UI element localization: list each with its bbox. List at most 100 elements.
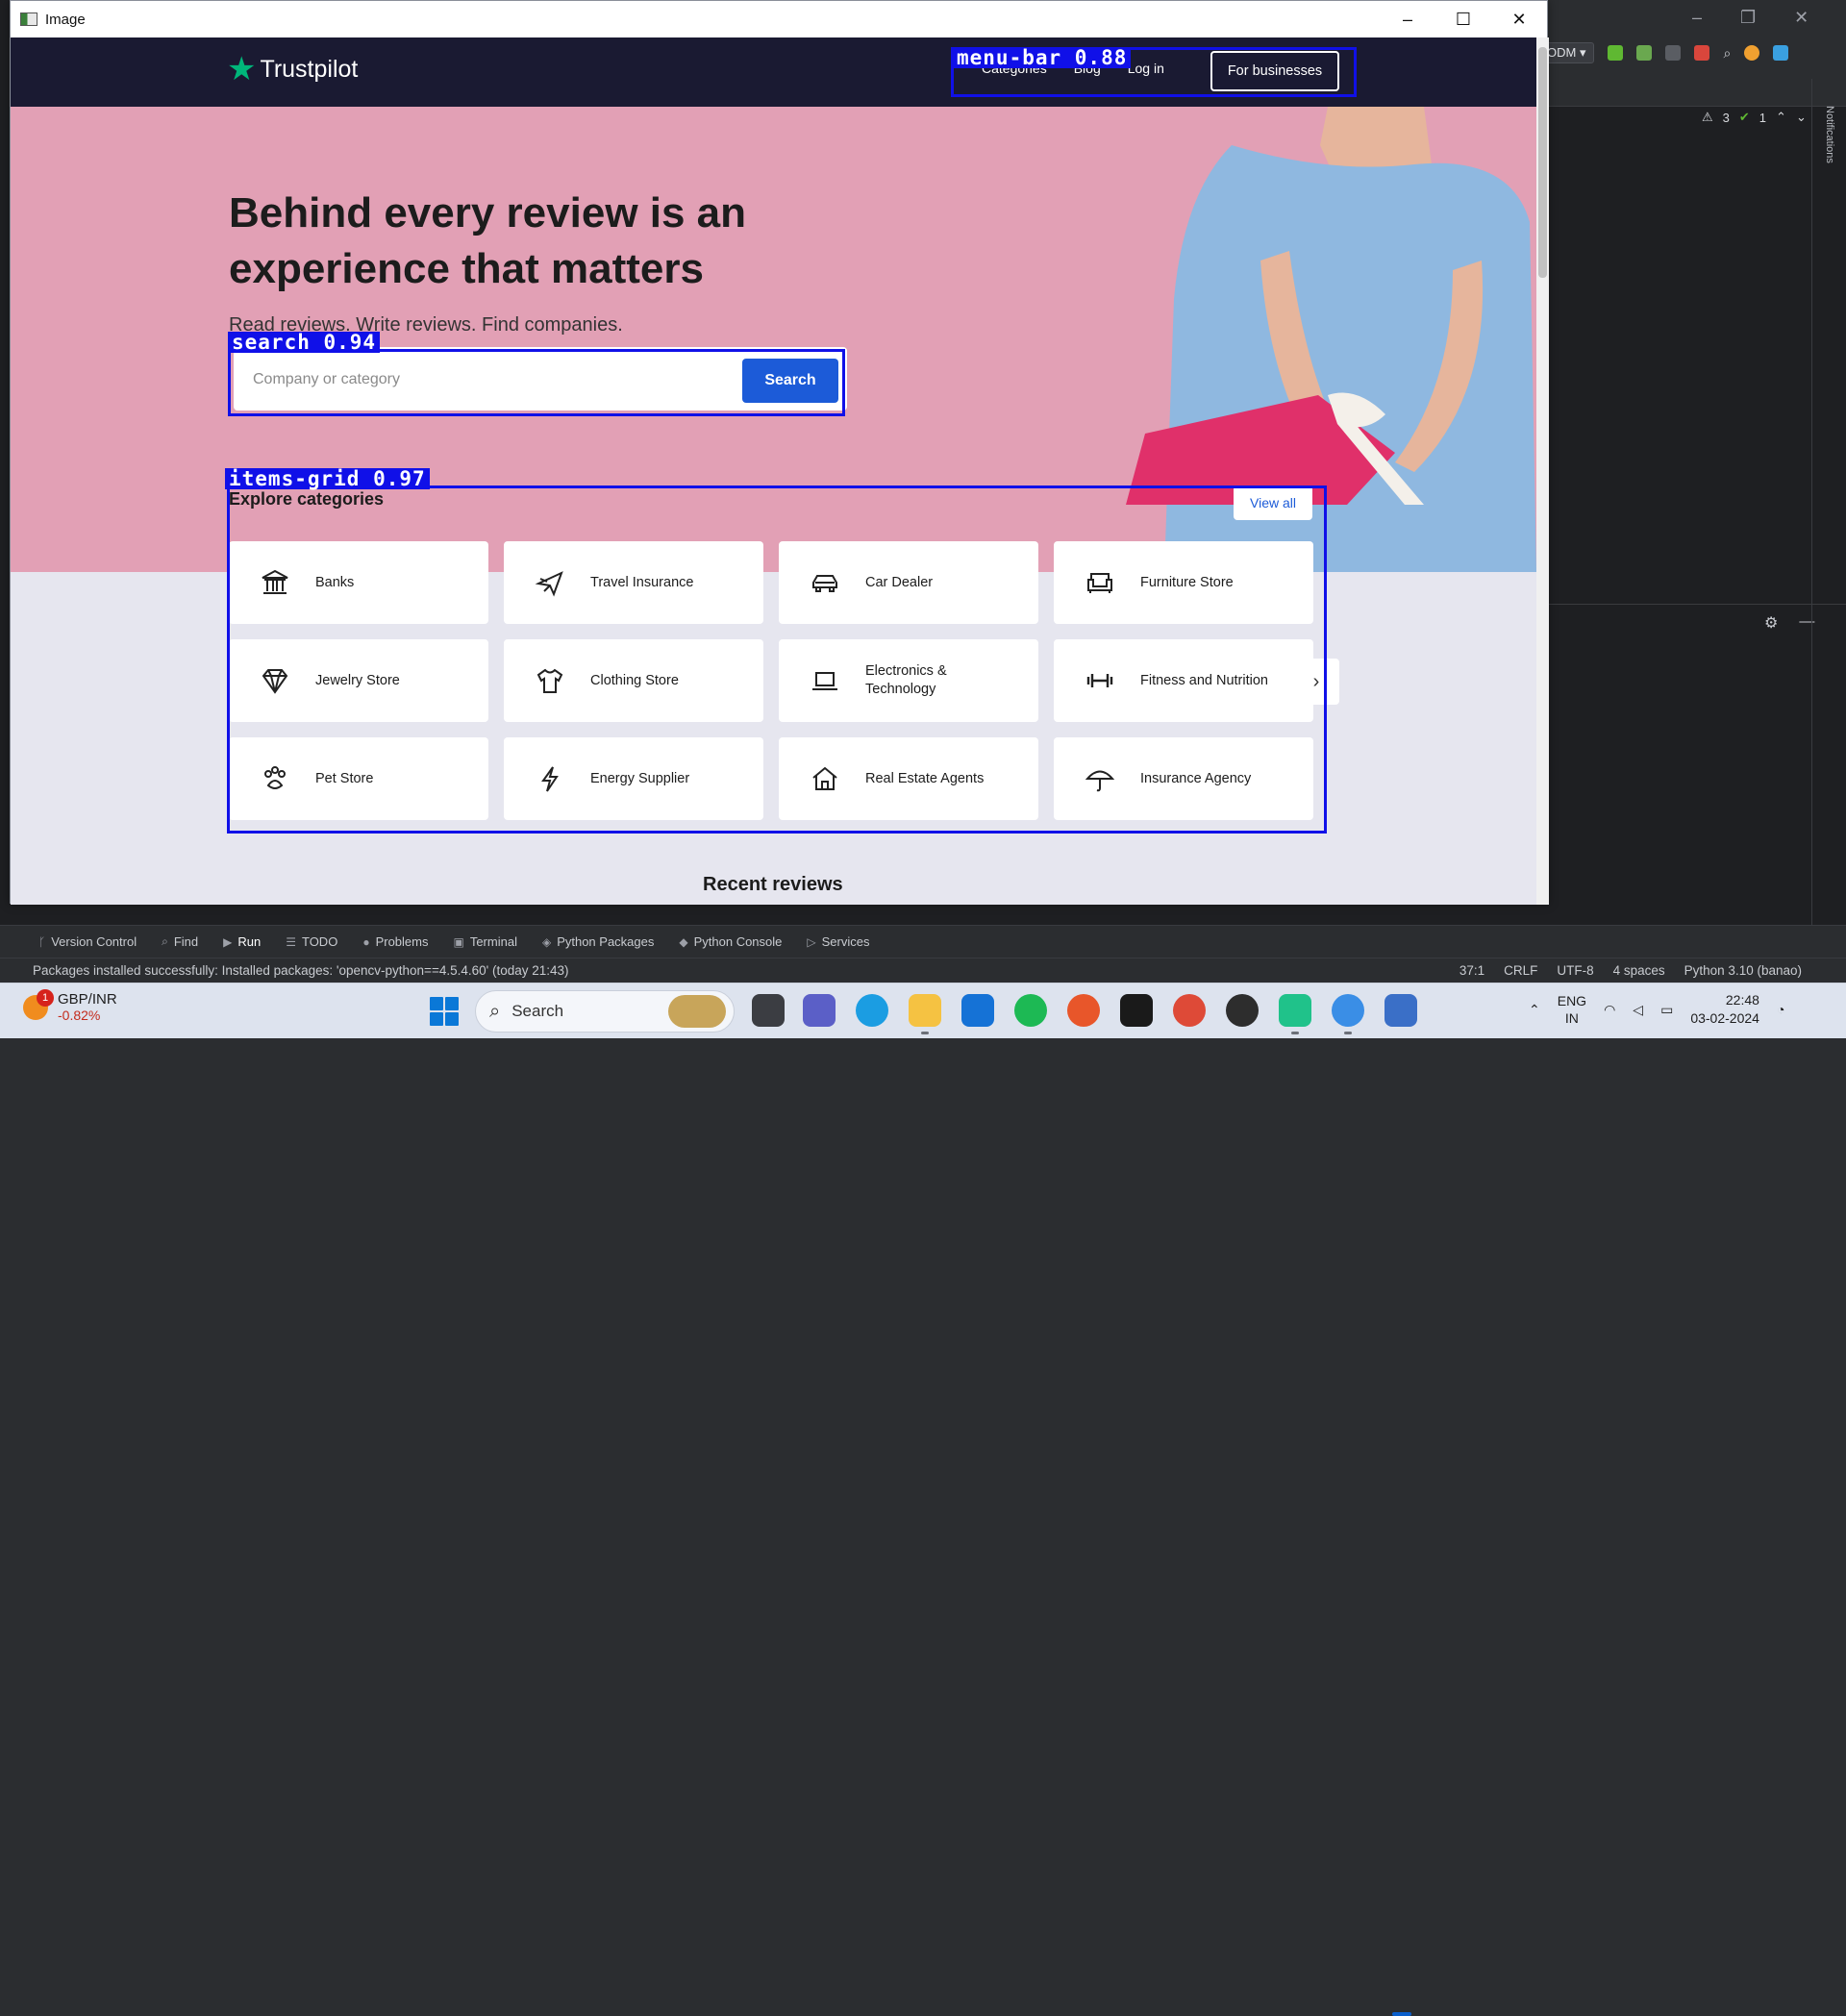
tool-services[interactable]: ▷ Services <box>807 934 869 949</box>
restore-icon[interactable]: ❐ <box>1740 8 1756 28</box>
branch-icon: ᚴ <box>38 934 46 949</box>
tool-problems[interactable]: ● Problems <box>362 934 428 949</box>
python-interpreter[interactable]: Python 3.10 (banao) <box>1684 963 1802 978</box>
chevron-up-icon[interactable]: ⌃ <box>1776 110 1786 125</box>
close-icon[interactable]: ✕ <box>1794 8 1809 28</box>
tool-find[interactable]: ⌕ Find <box>162 934 198 949</box>
active-app-indicator <box>1392 2012 1411 2016</box>
running-indicator <box>1344 1032 1352 1034</box>
ide-status-bar: Packages installed successfully: Install… <box>0 958 1846 983</box>
widget-title: GBP/INR <box>58 991 117 1008</box>
website-screenshot: ★ Trustpilot Categories Blog Log in For … <box>11 37 1536 905</box>
gear-icon[interactable]: ⚙ <box>1764 613 1778 633</box>
edge-icon[interactable] <box>856 994 888 1027</box>
site-logo[interactable]: ★ Trustpilot <box>227 51 359 87</box>
recent-reviews-heading: Recent reviews <box>703 874 843 895</box>
check-count: 1 <box>1759 110 1767 125</box>
status-message[interactable]: Packages installed successfully: Install… <box>33 963 1459 978</box>
line-separator[interactable]: CRLF <box>1504 963 1537 978</box>
search-icon: ⌕ <box>489 1000 501 1022</box>
system-tray: ⌃ ENG IN ◠ ◁ ▭ 22:48 03-02-2024 ◔ <box>1529 991 1784 1028</box>
services-icon: ▷ <box>807 934 816 949</box>
tool-terminal[interactable]: ▣ Terminal <box>453 934 516 949</box>
firefox-icon[interactable] <box>1067 994 1100 1027</box>
taskbar-search[interactable]: ⌕ Search <box>475 990 735 1033</box>
coverage-icon[interactable] <box>1665 45 1682 61</box>
window-titlebar[interactable]: Image – ☐ ✕ <box>11 1 1547 37</box>
media-player-icon[interactable] <box>1226 994 1259 1027</box>
tool-run[interactable]: ▶ Run <box>223 934 261 949</box>
ide-run-panel <box>1548 604 1846 921</box>
tool-python-packages[interactable]: ◈ Python Packages <box>542 934 654 949</box>
update-icon[interactable] <box>1744 45 1760 61</box>
stop-icon[interactable] <box>1694 45 1710 61</box>
maximize-icon[interactable]: ☐ <box>1435 1 1491 37</box>
tool-label: Services <box>821 934 870 949</box>
running-indicator <box>921 1032 929 1034</box>
inspection-widget[interactable]: ⚠ 3 ✔ 1 ⌃ ⌄ <box>1702 110 1807 125</box>
rerun-icon[interactable] <box>1608 45 1624 61</box>
search-icon[interactable]: ⌕ <box>1723 45 1731 62</box>
teams-chat-icon[interactable] <box>803 994 836 1027</box>
scrollbar-thumb[interactable] <box>1538 47 1547 278</box>
tool-todo[interactable]: ☰ TODO <box>286 934 337 949</box>
indent-setting[interactable]: 4 spaces <box>1613 963 1665 978</box>
tool-label: Problems <box>375 934 429 949</box>
notification-bell-icon[interactable]: ◔ <box>1777 1002 1784 1017</box>
news-widget[interactable]: 1 GBP/INR -0.82% <box>23 988 117 1023</box>
terminal-icon: ▣ <box>453 934 464 949</box>
tool-label: Find <box>173 934 199 949</box>
start-button[interactable] <box>430 997 459 1026</box>
vertical-scrollbar[interactable] <box>1536 37 1549 905</box>
chevron-down-icon[interactable]: ⌄ <box>1796 110 1807 125</box>
chevron-up-icon[interactable]: ⌃ <box>1529 1002 1540 1018</box>
star-icon: ★ <box>227 51 257 87</box>
language-code: ENG <box>1557 993 1587 1008</box>
tool-python-console[interactable]: ◆ Python Console <box>679 934 782 949</box>
task-view-icon[interactable] <box>752 994 785 1027</box>
detection-box-items-grid <box>227 485 1327 834</box>
region-code: IN <box>1564 1010 1579 1026</box>
warning-count: 3 <box>1722 110 1730 125</box>
language-indicator[interactable]: ENG IN <box>1558 992 1586 1027</box>
notification-badge: 1 <box>37 988 54 1007</box>
warning-icon: ⚠ <box>1702 110 1713 124</box>
file-explorer-icon[interactable] <box>909 994 941 1027</box>
chrome-icon[interactable] <box>1173 994 1206 1027</box>
close-icon[interactable]: ✕ <box>1491 1 1547 37</box>
pycharm-icon[interactable] <box>1279 994 1311 1027</box>
clock[interactable]: 22:48 03-02-2024 <box>1690 991 1759 1028</box>
battery-icon[interactable]: ▭ <box>1660 1002 1673 1018</box>
windows-taskbar: 1 GBP/INR -0.82% ⌕ Search ⌃ ENG IN ◠ ◁ ▭… <box>0 983 1846 2016</box>
python-icon: ◆ <box>679 934 688 949</box>
hero-title: Behind every review is an experience tha… <box>229 189 747 292</box>
python-image-icon[interactable] <box>1384 994 1417 1027</box>
notifications-tab[interactable]: Notifications <box>1824 106 1835 163</box>
caret-position[interactable]: 37:1 <box>1459 963 1484 978</box>
minimize-icon[interactable]: – <box>1692 8 1702 28</box>
info-icon: ● <box>362 934 370 949</box>
detection-label-search: search 0.94 <box>228 332 381 353</box>
chrome-profile-icon[interactable] <box>1332 994 1364 1027</box>
tool-label: Python Console <box>693 934 783 949</box>
mail-icon[interactable] <box>961 994 994 1027</box>
widget-value: -0.82% <box>58 1008 101 1023</box>
plugin-icon[interactable] <box>1773 45 1789 61</box>
brand-name: Trustpilot <box>260 55 359 83</box>
tool-window-bar: ᚴ Version Control ⌕ Find ▶ Run ☰ TODO ● Probl… <box>0 925 1846 958</box>
run-panel-controls: ⚙ — <box>1764 613 1814 633</box>
ide-window-controls: – ❐ ✕ <box>1692 8 1809 28</box>
spotify-icon[interactable] <box>1014 994 1047 1027</box>
minimize-icon[interactable]: – <box>1380 1 1435 37</box>
search-icon: ⌕ <box>162 934 168 948</box>
wifi-icon[interactable]: ◠ <box>1604 1002 1615 1018</box>
taskbar-search-label: Search <box>511 1002 564 1020</box>
volume-icon[interactable]: ◁ <box>1633 1002 1643 1018</box>
image-viewport: ★ Trustpilot Categories Blog Log in For … <box>11 37 1549 905</box>
game-launcher-icon[interactable] <box>1120 994 1153 1027</box>
status-widgets: 37:1 CRLF UTF-8 4 spaces Python 3.10 (ba… <box>1459 963 1802 978</box>
file-encoding[interactable]: UTF-8 <box>1557 963 1593 978</box>
tool-version-control[interactable]: ᚴ Version Control <box>38 934 137 949</box>
debug-icon[interactable] <box>1636 45 1653 61</box>
check-icon: ✔ <box>1738 110 1750 124</box>
